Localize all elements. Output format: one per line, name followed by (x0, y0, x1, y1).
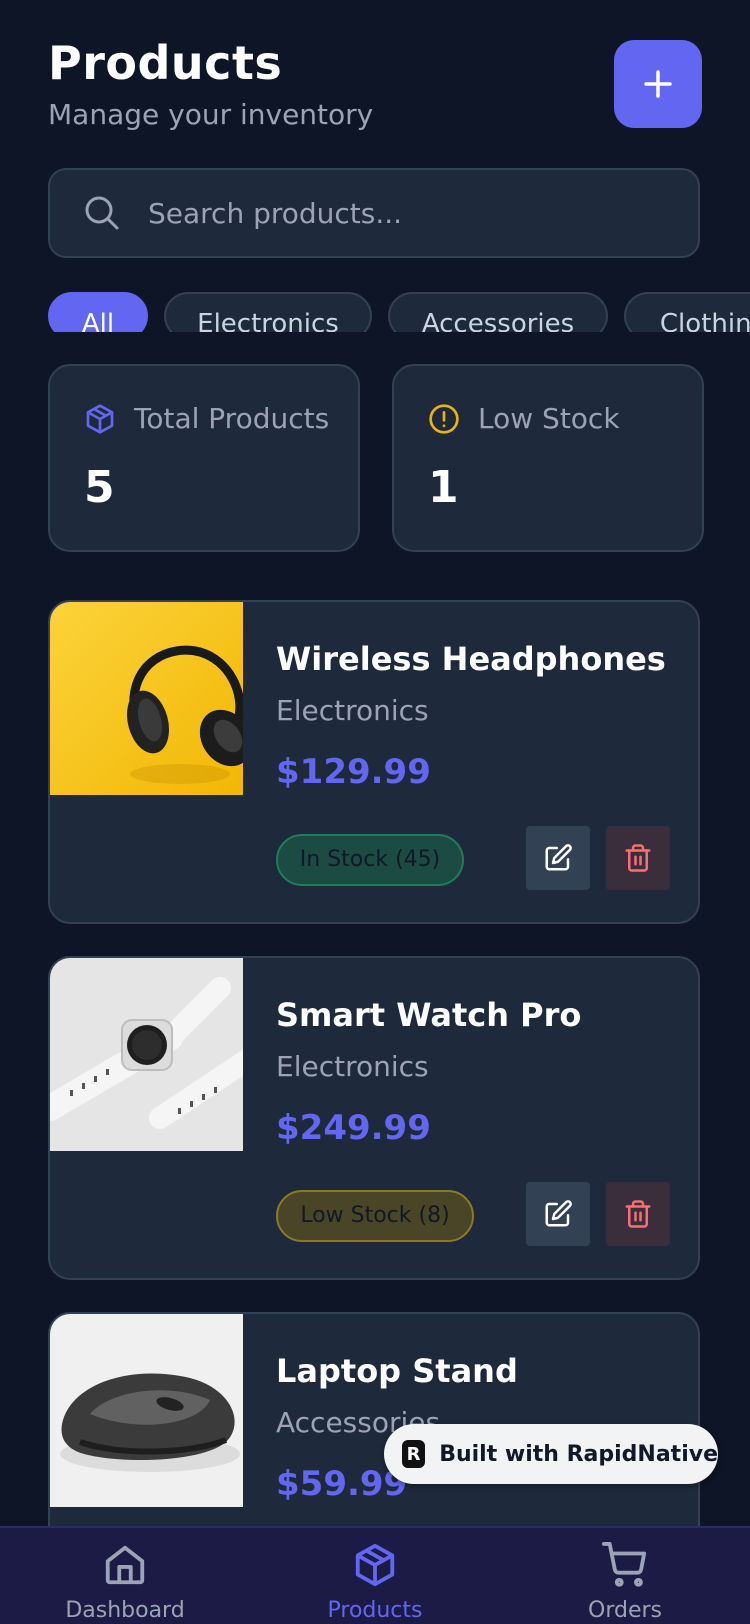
built-with-label: Built with RapidNative (439, 1441, 718, 1467)
nav-item-orders[interactable]: Orders (525, 1542, 725, 1623)
filter-chip-accessories[interactable]: Accessories (388, 292, 608, 332)
add-product-button[interactable] (614, 40, 702, 128)
product-category: Electronics (276, 1050, 429, 1083)
page-subtitle: Manage your inventory (48, 98, 374, 131)
nav-label: Products (327, 1598, 423, 1623)
bottom-navigation: Dashboard Products Orders (0, 1526, 750, 1624)
product-name: Smart Watch Pro (276, 996, 582, 1034)
package-icon (355, 1543, 395, 1587)
edit-icon (545, 1200, 572, 1227)
product-name: Wireless Headphones (276, 640, 666, 678)
search-input[interactable] (146, 195, 670, 231)
nav-item-products[interactable]: Products (275, 1542, 475, 1623)
package-icon (86, 403, 114, 434)
rapidnative-logo-icon: R (402, 1440, 426, 1468)
edit-icon (545, 844, 572, 871)
delete-button[interactable] (606, 826, 670, 890)
product-price: $59.99 (276, 1464, 408, 1504)
edit-button[interactable] (526, 826, 590, 890)
product-card[interactable]: Smart Watch Pro Electronics $249.99 Low … (48, 956, 700, 1280)
products-screen: Products Manage your inventory All Elect… (0, 0, 750, 1624)
stat-total-products: Total Products 5 (48, 364, 360, 552)
filter-chip-clothing[interactable]: Clothing (624, 292, 750, 332)
category-filters: All Electronics Accessories Clothing (48, 292, 750, 332)
filter-chip-all[interactable]: All (48, 292, 148, 332)
built-with-badge[interactable]: R Built with RapidNative (384, 1424, 718, 1484)
plus-icon (644, 70, 672, 98)
delete-button[interactable] (606, 1182, 670, 1246)
product-card[interactable]: Wireless Headphones Electronics $129.99 … (48, 600, 700, 924)
alert-circle-icon (429, 403, 459, 434)
product-price: $249.99 (276, 1108, 431, 1148)
stock-badge: Low Stock (8) (276, 1190, 474, 1242)
stat-value: 5 (84, 462, 115, 513)
product-category: Electronics (276, 694, 429, 727)
search-icon (84, 195, 120, 231)
edit-button[interactable] (526, 1182, 590, 1246)
home-icon (105, 1545, 145, 1585)
product-image-smartwatch (50, 958, 243, 1151)
search-bar[interactable] (48, 168, 700, 258)
stat-value: 1 (428, 462, 459, 513)
stat-label: Low Stock (478, 402, 620, 435)
nav-label: Orders (588, 1598, 662, 1623)
nav-label: Dashboard (65, 1598, 185, 1623)
stat-low-stock: Low Stock 1 (392, 364, 704, 552)
nav-item-dashboard[interactable]: Dashboard (25, 1542, 225, 1623)
page-title: Products (48, 36, 283, 90)
trash-icon (625, 844, 651, 872)
stock-badge: In Stock (45) (276, 834, 464, 886)
stat-label: Total Products (134, 402, 330, 435)
cart-icon (602, 1542, 647, 1587)
product-name: Laptop Stand (276, 1352, 518, 1390)
filter-chip-electronics[interactable]: Electronics (164, 292, 372, 332)
trash-icon (625, 1200, 651, 1228)
product-image-headphones (50, 602, 243, 795)
product-price: $129.99 (276, 752, 431, 792)
product-image-mouse (50, 1314, 243, 1507)
